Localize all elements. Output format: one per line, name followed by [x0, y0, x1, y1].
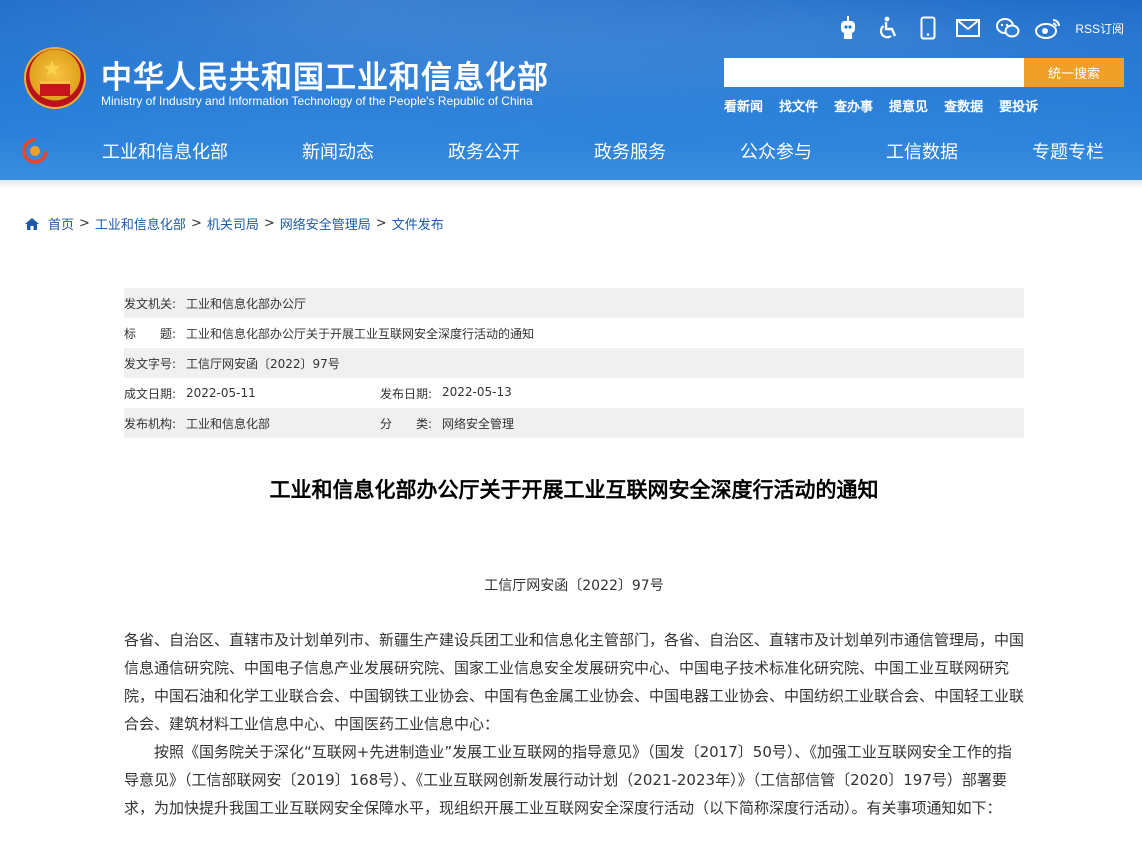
breadcrumb-separator: >: [263, 216, 275, 231]
breadcrumb-departments[interactable]: 机关司局: [207, 214, 259, 233]
article-paragraph: 按照《国务院关于深化“互联网+先进制造业”发展工业互联网的指导意见》（国发〔20…: [124, 743, 1012, 817]
nav-item-government-affairs[interactable]: 政务公开: [448, 138, 520, 164]
article-doc-number: 工信厅网安函〔2022〕97号: [484, 578, 664, 594]
meta-value-issuer: 工业和信息化部办公厅: [186, 296, 307, 311]
nav-item-public-participation[interactable]: 公众参与: [740, 138, 812, 164]
mobile-icon[interactable]: [915, 15, 941, 41]
meta-col-category: 分 类: 网络安全管理: [380, 415, 514, 432]
breadcrumb-separator: >: [79, 216, 90, 231]
nav-item-special-topics[interactable]: 专题专栏: [1032, 138, 1104, 164]
top-utility-bar: RSS订阅: [835, 15, 1124, 41]
national-emblem-icon[interactable]: ★: [24, 47, 86, 109]
quick-link-files[interactable]: 找文件: [779, 96, 818, 115]
meta-row-issuer: 发文机关: 工业和信息化部办公厅: [124, 288, 1024, 318]
nav-item-government-services[interactable]: 政务服务: [594, 138, 666, 164]
breadcrumb-cybersecurity-bureau[interactable]: 网络安全管理局: [280, 214, 371, 233]
quick-link-complaint[interactable]: 要投诉: [999, 96, 1038, 115]
quick-links: 看新闻 找文件 查办事 提意见 查数据 要投诉: [724, 96, 1038, 115]
search-button[interactable]: 统一搜索: [1024, 58, 1124, 87]
breadcrumb-documents[interactable]: 文件发布: [392, 214, 444, 233]
meta-label: 发布机构:: [124, 416, 177, 431]
site-subtitle: Ministry of Industry and Information Tec…: [101, 94, 533, 108]
article-paragraph: 各省、自治区、直辖市及计划单列市、新疆生产建设兵团工业和信息化主管部门，各省、自…: [124, 631, 1025, 733]
robot-assistant-icon[interactable]: [835, 15, 861, 41]
weibo-icon[interactable]: [1035, 15, 1061, 41]
wechat-icon[interactable]: [995, 15, 1021, 41]
breadcrumb: 首页 > 工业和信息化部 > 机关司局 > 网络安全管理局 > 文件发布: [24, 214, 444, 233]
main-nav: 工业和信息化部 新闻动态 政务公开 政务服务 公众参与 工信数据 专题专栏: [0, 122, 1142, 178]
meta-label: 发布日期:: [380, 386, 433, 401]
meta-row-org: 发布机构: 工业和信息化部 分 类: 网络安全管理: [124, 408, 1024, 438]
accessibility-icon[interactable]: [875, 15, 901, 41]
meta-value-published: 2022-05-13: [442, 384, 512, 399]
header-divider: [0, 180, 1142, 188]
document-meta-table: 发文机关: 工业和信息化部办公厅 标 题: 工业和信息化部办公厅关于开展工业互联…: [124, 288, 1024, 438]
meta-label: 分 类:: [380, 416, 433, 431]
miit-logo-icon[interactable]: [22, 138, 48, 164]
rss-subscribe-link[interactable]: RSS订阅: [1075, 20, 1124, 37]
meta-value-category: 网络安全管理: [442, 416, 515, 431]
home-icon[interactable]: [24, 217, 40, 231]
nav-item-news[interactable]: 新闻动态: [302, 138, 374, 164]
quick-link-data[interactable]: 查数据: [944, 96, 983, 115]
meta-label: 发文字号:: [124, 356, 177, 371]
quick-link-feedback[interactable]: 提意见: [889, 96, 928, 115]
meta-label: 成文日期:: [124, 386, 177, 401]
nav-item-data[interactable]: 工信数据: [886, 138, 958, 164]
meta-label: 标 题:: [124, 326, 177, 341]
breadcrumb-home[interactable]: 首页: [48, 214, 74, 233]
site-header: ★ 中华人民共和国工业和信息化部 Ministry of Industry an…: [0, 0, 1142, 182]
meta-row-docno: 发文字号: 工信厅网安函〔2022〕97号: [124, 348, 1024, 378]
nav-item-ministry[interactable]: 工业和信息化部: [102, 138, 228, 164]
quick-link-news[interactable]: 看新闻: [724, 96, 763, 115]
breadcrumb-ministry[interactable]: 工业和信息化部: [95, 214, 186, 233]
meta-value-created: 2022-05-11: [186, 386, 256, 400]
meta-row-title: 标 题: 工业和信息化部办公厅关于开展工业互联网安全深度行活动的通知: [124, 318, 1024, 348]
breadcrumb-separator: >: [375, 216, 387, 231]
meta-value-docno: 工信厅网安函〔2022〕97号: [186, 356, 340, 371]
mail-icon[interactable]: [955, 15, 981, 41]
search-input[interactable]: [724, 58, 1024, 87]
article-title: 工业和信息化部办公厅关于开展工业互联网安全深度行活动的通知: [269, 478, 879, 502]
site-title[interactable]: 中华人民共和国工业和信息化部: [101, 52, 549, 97]
breadcrumb-separator: >: [190, 216, 202, 231]
quick-link-services[interactable]: 查办事: [834, 96, 873, 115]
meta-value-org: 工业和信息化部: [186, 416, 271, 431]
meta-value-title: 工业和信息化部办公厅关于开展工业互联网安全深度行活动的通知: [186, 326, 535, 341]
meta-row-dates: 成文日期: 2022-05-11 发布日期: 2022-05-13: [124, 378, 1024, 408]
meta-col-published: 发布日期: 2022-05-13: [380, 385, 512, 402]
meta-label: 发文机关:: [124, 296, 177, 311]
